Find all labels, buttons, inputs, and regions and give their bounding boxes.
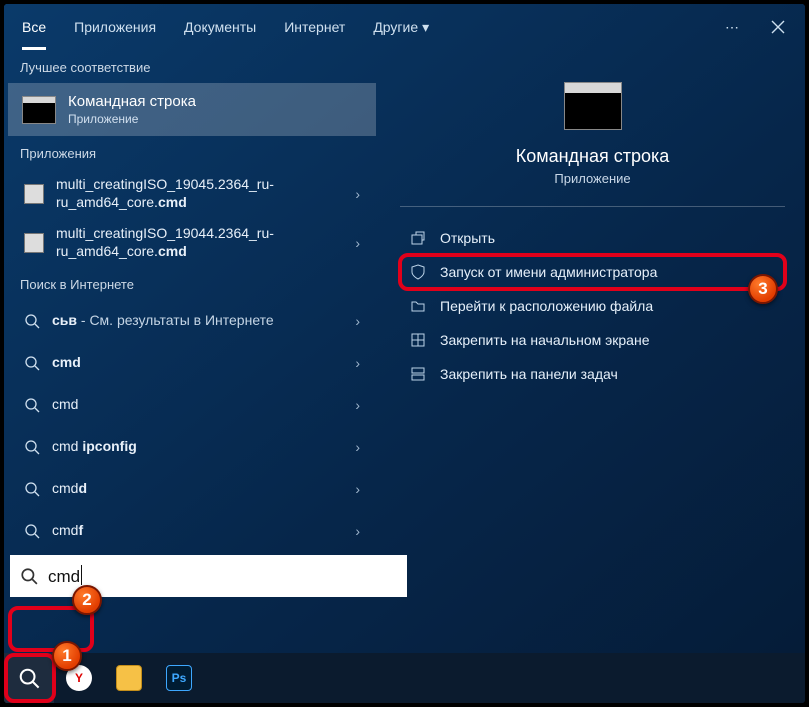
preview-subtitle: Приложение (554, 171, 630, 186)
annotation-badge-1: 1 (52, 641, 82, 671)
web-result-item[interactable]: cmd› (8, 343, 376, 383)
search-icon (24, 523, 40, 539)
web-result-item[interactable]: cmd ipconfig› (8, 427, 376, 467)
web-result-item[interactable]: cmdf› (8, 511, 376, 551)
search-icon (18, 667, 40, 689)
taskbar-search-button[interactable] (4, 653, 54, 703)
chevron-right-icon: › (347, 235, 360, 251)
search-panel: Все Приложения Документы Интернет Другие… (4, 4, 805, 653)
taskbar-explorer-button[interactable] (104, 653, 154, 703)
action-open[interactable]: Открыть (400, 221, 785, 255)
tab-more[interactable]: Другие▾ (359, 4, 443, 50)
best-match-title: Командная строка (68, 93, 196, 110)
shield-icon (410, 264, 426, 280)
best-match-item[interactable]: Командная строка Приложение (8, 83, 376, 136)
section-best-match: Лучшее соответствие (4, 50, 380, 83)
preview-title: Командная строка (516, 146, 670, 167)
app-result-item[interactable]: multi_creatingISO_19045.2364_ru-ru_amd64… (8, 170, 376, 217)
preview-pane: Командная строка Приложение Открыть Запу… (380, 50, 805, 653)
taskbar-photoshop-button[interactable]: Ps (154, 653, 204, 703)
search-input[interactable]: cmd (10, 555, 407, 597)
pin-start-icon (410, 332, 426, 348)
search-icon (24, 397, 40, 413)
annotation-badge-3: 3 (748, 274, 778, 304)
action-run-as-admin[interactable]: Запуск от имени администратора (400, 255, 785, 289)
filter-tabs: Все Приложения Документы Интернет Другие… (4, 4, 805, 50)
section-apps: Приложения (4, 136, 380, 169)
open-icon (410, 230, 426, 246)
best-match-subtitle: Приложение (68, 112, 196, 126)
pin-taskbar-icon (410, 366, 426, 382)
action-pin-start[interactable]: Закрепить на начальном экране (400, 323, 785, 357)
section-web: Поиск в Интернете (4, 267, 380, 300)
search-value: cmd (48, 565, 82, 587)
action-pin-taskbar[interactable]: Закрепить на панели задач (400, 357, 785, 391)
search-icon (24, 313, 40, 329)
chevron-down-icon: ▾ (422, 19, 429, 36)
web-result-item[interactable]: cmdd› (8, 469, 376, 509)
search-icon (24, 355, 40, 371)
tab-documents[interactable]: Документы (170, 4, 270, 50)
cmd-app-icon (564, 82, 622, 130)
app-result-item[interactable]: multi_creatingISO_19044.2364_ru-ru_amd64… (8, 219, 376, 266)
photoshop-icon: Ps (166, 665, 192, 691)
search-icon (20, 567, 38, 585)
search-icon (24, 481, 40, 497)
web-result-item[interactable]: cmd› (8, 385, 376, 425)
cmd-file-icon (24, 233, 44, 253)
folder-icon (116, 665, 142, 691)
cmd-file-icon (24, 184, 44, 204)
more-options-button[interactable]: ⋯ (709, 4, 755, 50)
tab-web[interactable]: Интернет (270, 4, 359, 50)
tab-all[interactable]: Все (8, 4, 60, 50)
action-open-location[interactable]: Перейти к расположению файла (400, 289, 785, 323)
web-result-item[interactable]: сьв - См. результаты в Интернете › (8, 301, 376, 341)
taskbar: Y Ps (4, 653, 805, 703)
close-button[interactable] (755, 4, 801, 50)
folder-icon (410, 298, 426, 314)
chevron-right-icon: › (347, 186, 360, 202)
cmd-app-icon (22, 96, 56, 124)
search-icon (24, 439, 40, 455)
annotation-badge-2: 2 (72, 585, 102, 615)
tab-apps[interactable]: Приложения (60, 4, 170, 50)
